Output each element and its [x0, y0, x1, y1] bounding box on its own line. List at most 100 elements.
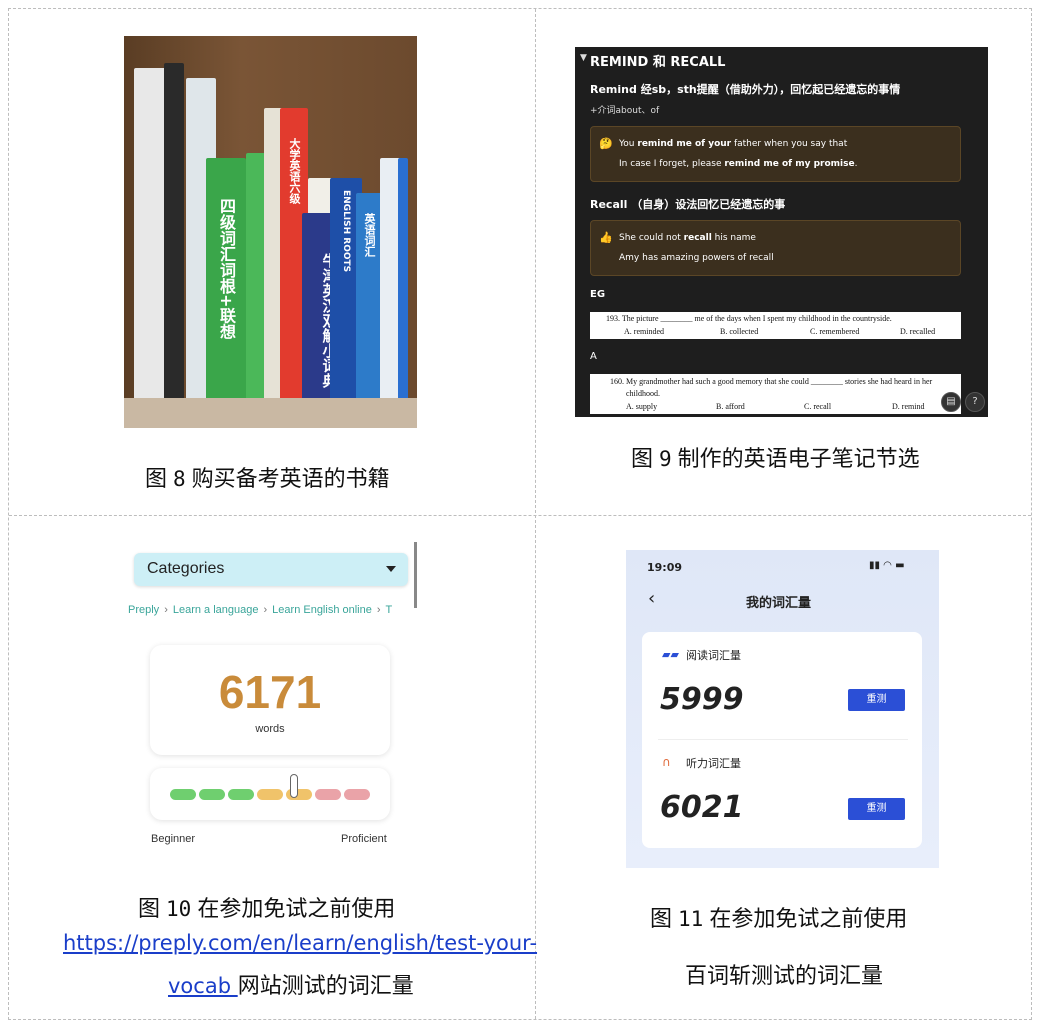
reading-value: 5999	[660, 682, 744, 717]
caption-number: 11	[678, 907, 704, 931]
signal-wifi-battery-icon: ▮▮ ◠ ▬	[869, 560, 905, 571]
beginner-label: Beginner	[151, 833, 196, 845]
figure-10-caption: 图 10 在参加免试之前使用	[138, 891, 395, 923]
caption-text: 网站测试的词汇量	[237, 974, 414, 999]
level-segment	[199, 789, 225, 800]
page-title: 我的词汇量	[746, 596, 812, 611]
book-spine-text: ENGLISH ROOTS	[341, 190, 351, 273]
option-b: B. collected	[720, 327, 759, 336]
collapse-triangle-icon: ▼	[580, 53, 587, 63]
phone-screenshot: 19:09 ▮▮ ◠ ▬ ‹ 我的词汇量 ▰▰ 阅读词汇量 5999 重测 ∩ …	[626, 550, 939, 868]
listening-value: 6021	[660, 790, 744, 825]
reading-label: 阅读词汇量	[686, 649, 741, 662]
preply-link-continued[interactable]: vocab	[168, 974, 238, 998]
book-green-1: 四级词汇词根+联想	[206, 158, 246, 408]
back-arrow-icon[interactable]: ‹	[648, 588, 655, 609]
level-marker	[290, 774, 298, 798]
caption-number: 8	[173, 467, 186, 491]
level-segment	[170, 789, 196, 800]
proficient-label: Proficient	[341, 833, 387, 845]
question-160: 160. My grandmother had such a good memo…	[610, 377, 933, 386]
caption-prefix: 图	[145, 467, 168, 492]
option-a: A. supply	[626, 402, 658, 411]
row-divider	[9, 515, 1031, 516]
breadcrumb-test[interactable]: T	[386, 604, 393, 616]
book-spine-text: 英语词汇	[363, 213, 376, 257]
notes-header: REMIND 和 RECALL	[590, 55, 726, 70]
figure-9-caption: 图 9 制作的英语电子笔记节选	[631, 441, 920, 473]
caption-number: 10	[166, 897, 192, 921]
figure-11-caption: 图 11 在参加免试之前使用	[650, 901, 907, 933]
question-160-continued: childhood.	[626, 389, 660, 398]
thinking-face-icon: 🤔	[599, 137, 613, 150]
caption-text: 购买备考英语的书籍	[191, 467, 390, 492]
option-c: C. recall	[804, 402, 832, 411]
binder	[164, 63, 184, 408]
remind-example-2: In case I forget, please remind me of my…	[619, 159, 858, 169]
figure-10-caption-line3: vocab 网站测试的词汇量	[168, 968, 414, 1000]
breadcrumb-learn-language[interactable]: Learn a language	[173, 604, 259, 616]
option-c: C. remembered	[810, 327, 860, 336]
shelf-floor	[124, 398, 417, 428]
preply-link[interactable]: https://preply.com/en/learn/english/test…	[63, 931, 537, 955]
book-blue: 英语词汇	[356, 193, 382, 408]
reading-retest-button[interactable]: 重测	[848, 689, 905, 711]
word-unit: words	[255, 723, 285, 735]
chevron-right-icon: ›	[164, 604, 168, 616]
question-193-image: 193. The picture ________ me of the days…	[590, 312, 961, 339]
caption-text: 在参加免试之前使用	[709, 907, 908, 932]
vocabulary-card: ▰▰ 阅读词汇量 5999 重测 ∩ 听力词汇量 6021 重测	[642, 632, 922, 848]
notes-screenshot: ▼ REMIND 和 RECALL Remind 经sb，sth提醒（借助外力）…	[575, 47, 988, 417]
level-segment	[315, 789, 341, 800]
eg-label: EG	[590, 289, 606, 300]
caption-prefix: 图	[138, 897, 161, 922]
word-count-card: 6171 words	[150, 645, 390, 755]
bookshelf-photo: 四级词汇词根+联想 大学英语六级 牛津英汉双解小词典 ENGLISH ROOTS…	[124, 36, 417, 428]
breadcrumb-preply[interactable]: Preply	[128, 604, 159, 616]
help-icon[interactable]: ?	[965, 392, 985, 412]
caret-down-icon	[386, 566, 396, 572]
option-b: B. afford	[716, 402, 745, 411]
caption-text: 在参加免试之前使用	[197, 897, 396, 922]
chevron-right-icon: ›	[263, 604, 268, 616]
listening-label: 听力词汇量	[686, 757, 741, 770]
column-divider	[535, 9, 536, 1019]
recall-title: Recall （自身）设法回忆已经遗忘的事	[590, 198, 786, 211]
divider	[658, 739, 908, 740]
book-thin-blue	[398, 158, 408, 408]
thumbs-up-icon: 👍	[599, 231, 613, 244]
document-icon[interactable]: ▤	[941, 392, 961, 412]
level-segment	[228, 789, 254, 800]
level-segment	[257, 789, 283, 800]
breadcrumb: Preply › Learn a language › Learn English on…	[128, 604, 392, 616]
figure-8-caption: 图 8 购买备考英语的书籍	[145, 461, 390, 493]
recall-example-box: 👍 She could not recall his name Amy has …	[590, 220, 961, 276]
headphone-icon: ∩	[662, 755, 671, 769]
level-segment	[344, 789, 370, 800]
remind-example-box: 🤔 You remind me of your father when you …	[590, 126, 961, 182]
status-time: 19:09	[647, 561, 683, 574]
book-spine-text: 大学英语六级	[288, 138, 301, 204]
breadcrumb-learn-english[interactable]: Learn English online	[272, 604, 372, 616]
categories-label: Categories	[147, 560, 225, 577]
caption-number: 9	[659, 447, 672, 471]
caption-prefix: 图	[650, 907, 673, 932]
option-a: A. reminded	[624, 327, 664, 336]
remind-example-1: You remind me of your father when you sa…	[619, 139, 848, 149]
answer-label: A	[590, 351, 597, 362]
figure-11-caption-line2: 百词斩测试的词汇量	[685, 964, 884, 989]
chevron-right-icon: ›	[376, 604, 381, 616]
recall-example-1: She could not recall his name	[619, 233, 756, 243]
remind-subtitle: +介词about、of	[590, 106, 660, 116]
question-193: 193. The picture ________ me of the days…	[606, 314, 892, 323]
word-count: 6171	[218, 666, 322, 718]
book-icon: ▰▰	[662, 648, 679, 661]
scrollbar[interactable]	[414, 542, 417, 608]
caption-prefix: 图	[631, 447, 654, 472]
listening-retest-button[interactable]: 重测	[848, 798, 905, 820]
option-d: D. recalled	[900, 327, 936, 336]
categories-dropdown[interactable]: Categories	[134, 553, 408, 586]
book-spine-text: 四级词汇词根+联想	[217, 198, 236, 340]
remind-title: Remind 经sb，sth提醒（借助外力），回忆起已经遗忘的事情	[590, 83, 901, 96]
question-160-image: 160. My grandmother had such a good memo…	[590, 374, 961, 414]
